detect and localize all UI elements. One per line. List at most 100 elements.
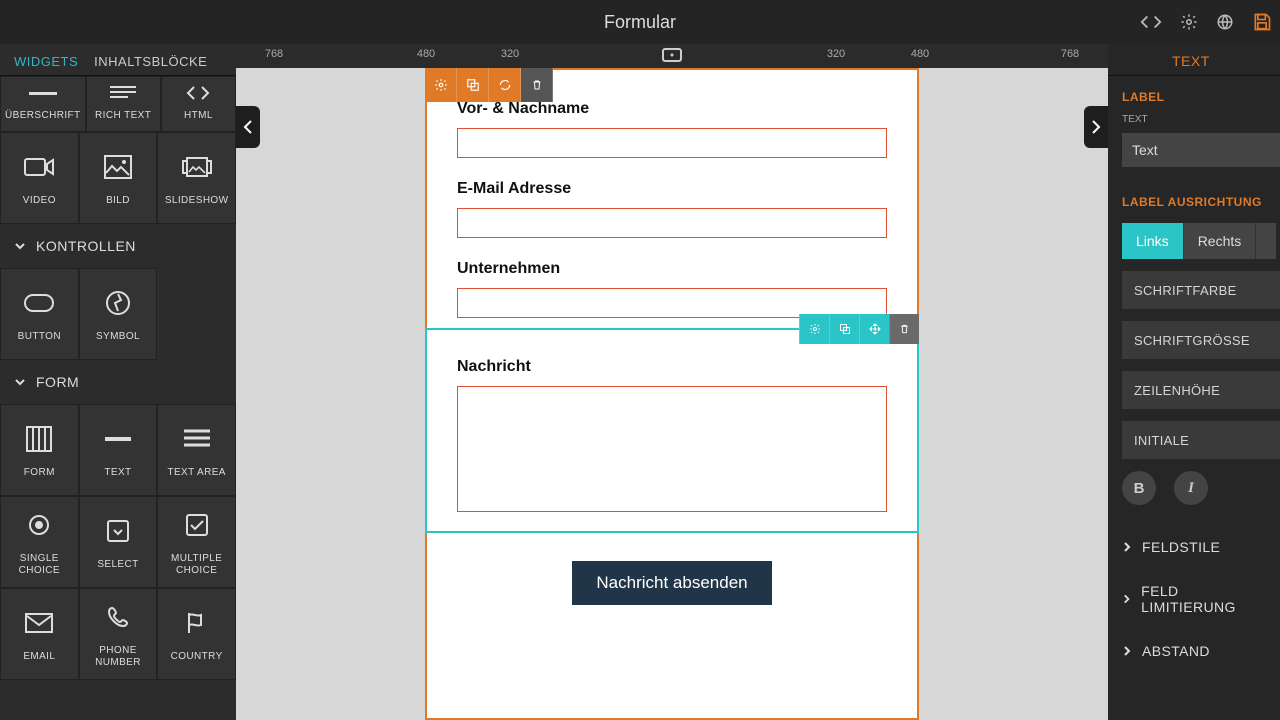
bold-button[interactable]: B — [1122, 471, 1156, 505]
name-input[interactable] — [457, 128, 887, 158]
main-layout: WIDGETS INHALTSBLÖCKE ÜBERSCHRIFT RICH T… — [0, 44, 1280, 720]
widget-select[interactable]: SELECT — [79, 496, 158, 588]
widget-text[interactable]: TEXT — [79, 404, 158, 496]
widget-video[interactable]: VIDEO — [0, 132, 79, 224]
widget-row-basic: ÜBERSCHRIFT RICH TEXT HTML — [0, 76, 236, 132]
section-controls[interactable]: KONTROLLEN — [0, 224, 236, 268]
widget-email[interactable]: EMAIL — [0, 588, 79, 680]
canvas: 768 480 320 320 480 768 — [236, 44, 1108, 720]
settings-button[interactable] — [425, 68, 457, 102]
widget-heading[interactable]: ÜBERSCHRIFT — [0, 76, 86, 132]
header-icons — [1140, 12, 1272, 32]
canvas-body[interactable]: Vor- & Nachname E-Mail Adresse Unternehm… — [236, 68, 1108, 720]
widget-country[interactable]: COUNTRY — [157, 588, 236, 680]
save-icon[interactable] — [1252, 12, 1272, 32]
section-field-styles[interactable]: FELDSTILE — [1108, 525, 1280, 569]
submit-wrap: Nachricht absenden — [427, 561, 917, 605]
field-toolbar — [799, 314, 919, 344]
section-form[interactable]: FORM — [0, 360, 236, 404]
right-tabs: TEXT — [1108, 44, 1280, 76]
field-email[interactable]: E-Mail Adresse — [457, 180, 887, 238]
ruler-mark: 480 — [911, 48, 929, 60]
section-align: LABEL AUSRICHTUNG — [1108, 181, 1280, 213]
form-container[interactable]: Vor- & Nachname E-Mail Adresse Unternehm… — [425, 68, 919, 720]
sidebar-tabs: WIDGETS INHALTSBLÖCKE — [0, 44, 236, 76]
tab-content-blocks[interactable]: INHALTSBLÖCKE — [86, 46, 215, 75]
ruler-mark: 768 — [1061, 48, 1079, 60]
email-input[interactable] — [457, 208, 887, 238]
accordion-line-height[interactable]: ZEILENHÖHE — [1122, 371, 1280, 409]
ruler-mark: 320 — [827, 48, 845, 60]
accordion-initial[interactable]: INITIALE — [1122, 421, 1280, 459]
field-name[interactable]: Vor- & Nachname — [457, 100, 887, 158]
widget-row-form2: SINGLE CHOICE SELECT MULTIPLE CHOICE — [0, 496, 236, 588]
align-left-button[interactable]: Links — [1122, 223, 1183, 259]
code-icon[interactable] — [1140, 14, 1162, 30]
chevron-down-icon — [14, 376, 26, 388]
field-label: Vor- & Nachname — [457, 100, 887, 118]
field-label: E-Mail Adresse — [457, 180, 887, 198]
widget-html[interactable]: HTML — [161, 76, 236, 132]
field-settings-button[interactable] — [799, 314, 829, 344]
widget-slideshow[interactable]: SLIDESHOW — [157, 132, 236, 224]
widget-row-form3: EMAIL PHONE NUMBER COUNTRY — [0, 588, 236, 680]
duplicate-button[interactable] — [457, 68, 489, 102]
widget-button[interactable]: BUTTON — [0, 268, 79, 360]
chevron-right-icon — [1122, 645, 1132, 657]
field-delete-button[interactable] — [889, 314, 919, 344]
alignment-group: Links Rechts — [1122, 223, 1280, 259]
section-field-limitation[interactable]: FELD LIMITIERUNG — [1108, 569, 1280, 629]
ruler-mark: 480 — [417, 48, 435, 60]
chevron-down-icon — [14, 240, 26, 252]
field-label: Nachricht — [457, 358, 887, 376]
italic-button[interactable]: I — [1174, 471, 1208, 505]
widget-row-form1: FORM TEXT TEXT AREA — [0, 404, 236, 496]
globe-icon[interactable] — [1216, 13, 1234, 31]
field-company[interactable]: Unternehmen — [457, 260, 887, 318]
widget-image[interactable]: BILD — [79, 132, 158, 224]
app-header: Formular — [0, 0, 1280, 44]
widget-multiple-choice[interactable]: MULTIPLE CHOICE — [157, 496, 236, 588]
field-message-selected[interactable]: Nachricht — [425, 328, 919, 533]
widget-form[interactable]: FORM — [0, 404, 79, 496]
tab-widgets[interactable]: WIDGETS — [6, 46, 86, 75]
field-label: Unternehmen — [457, 260, 887, 278]
device-icon — [662, 48, 682, 62]
widget-row-media: VIDEO BILD SLIDESHOW — [0, 132, 236, 224]
widget-textarea[interactable]: TEXT AREA — [157, 404, 236, 496]
prev-page-button[interactable] — [236, 106, 260, 148]
align-more-button[interactable] — [1255, 223, 1276, 259]
font-style-row: B I — [1122, 471, 1280, 505]
form-fields: Vor- & Nachname E-Mail Adresse Unternehm… — [427, 70, 917, 318]
container-toolbar — [425, 68, 553, 102]
section-label: LABEL — [1108, 76, 1280, 108]
widget-symbol[interactable]: SYMBOL — [79, 268, 158, 360]
widget-richtext[interactable]: RICH TEXT — [86, 76, 161, 132]
field-duplicate-button[interactable] — [829, 314, 859, 344]
widget-single-choice[interactable]: SINGLE CHOICE — [0, 496, 79, 588]
delete-button[interactable] — [521, 68, 553, 102]
sidebar-right: TEXT LABEL TEXT LABEL AUSRICHTUNG Links … — [1108, 44, 1280, 720]
ruler: 768 480 320 320 480 768 — [236, 44, 1108, 68]
label-text-input[interactable] — [1122, 133, 1280, 167]
ruler-mark: 320 — [501, 48, 519, 60]
gear-icon[interactable] — [1180, 13, 1198, 31]
ruler-mark: 768 — [265, 48, 283, 60]
align-right-button[interactable]: Rechts — [1183, 223, 1256, 259]
tab-text[interactable]: TEXT — [1172, 53, 1210, 75]
next-page-button[interactable] — [1084, 106, 1108, 148]
field-move-button[interactable] — [859, 314, 889, 344]
sidebar-left: WIDGETS INHALTSBLÖCKE ÜBERSCHRIFT RICH T… — [0, 44, 236, 720]
page-title: Formular — [604, 12, 676, 33]
accordion-font-size[interactable]: SCHRIFTGRÖSSE — [1122, 321, 1280, 359]
sublabel-text: TEXT — [1108, 108, 1280, 129]
widget-row-controls: BUTTON SYMBOL — [0, 268, 236, 360]
accordion-font-color[interactable]: SCHRIFTFARBE — [1122, 271, 1280, 309]
section-spacing[interactable]: ABSTAND — [1108, 629, 1280, 673]
widget-phone[interactable]: PHONE NUMBER — [79, 588, 158, 680]
submit-button[interactable]: Nachricht absenden — [572, 561, 771, 605]
chevron-right-icon — [1122, 541, 1132, 553]
refresh-button[interactable] — [489, 68, 521, 102]
message-textarea[interactable] — [457, 386, 887, 512]
chevron-right-icon — [1122, 593, 1131, 605]
